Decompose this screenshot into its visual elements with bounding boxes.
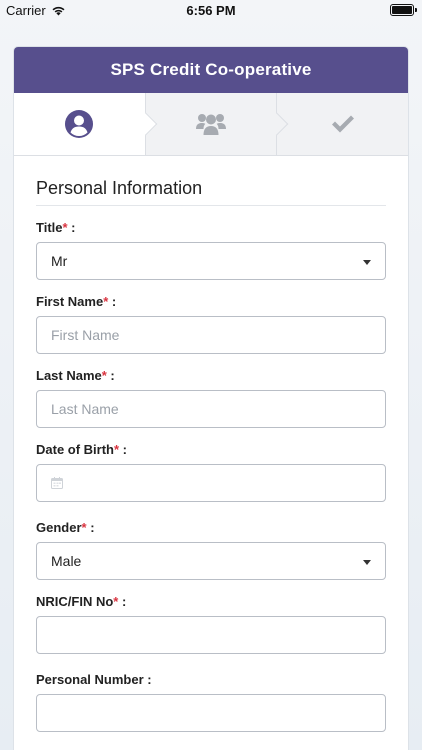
last-name-field: Last Name* : Last Name — [36, 368, 386, 428]
first-name-placeholder: First Name — [51, 327, 120, 343]
dob-field: Date of Birth* : — [36, 442, 386, 502]
calendar-icon — [51, 477, 63, 489]
personal-number-field: Personal Number : — [36, 672, 386, 732]
first-name-field: First Name* : First Name — [36, 294, 386, 354]
dob-input[interactable] — [36, 464, 386, 502]
first-name-label: First Name* : — [36, 294, 117, 309]
step-family[interactable] — [146, 93, 289, 155]
title-value: Mr — [51, 253, 68, 269]
caret-down-icon — [363, 260, 371, 265]
step-personal[interactable] — [14, 93, 157, 155]
required-marker: * — [114, 442, 120, 457]
dob-label: Date of Birth* : — [36, 442, 128, 457]
card-header: SPS Credit Co-operative — [14, 47, 408, 93]
last-name-label: Last Name* : — [36, 368, 115, 383]
last-name-input[interactable]: Last Name — [36, 390, 386, 428]
required-marker: * — [113, 594, 119, 609]
title-select[interactable]: Mr — [36, 242, 386, 280]
gender-value: Male — [51, 553, 82, 569]
step-indicator — [14, 93, 408, 156]
personal-number-input[interactable] — [36, 694, 386, 732]
nric-input[interactable] — [36, 616, 386, 654]
required-marker: * — [62, 220, 68, 235]
gender-select[interactable]: Male — [36, 542, 386, 580]
first-name-input[interactable]: First Name — [36, 316, 386, 354]
users-icon — [196, 114, 226, 135]
step-confirm[interactable] — [277, 93, 408, 155]
clock: 6:56 PM — [186, 3, 236, 18]
nric-label: NRIC/FIN No* : — [36, 594, 127, 609]
title-label: Title* : — [36, 220, 76, 235]
section-title: Personal Information — [36, 178, 386, 206]
app-title: SPS Credit Co-operative — [110, 60, 312, 79]
required-marker: * — [81, 520, 87, 535]
required-marker: * — [101, 368, 107, 383]
last-name-placeholder: Last Name — [51, 401, 119, 417]
gender-field: Gender* : Male — [36, 520, 386, 580]
personal-number-label: Personal Number : — [36, 672, 152, 687]
battery-icon — [390, 4, 417, 16]
nric-field: NRIC/FIN No* : — [36, 594, 386, 654]
check-icon — [331, 115, 354, 133]
required-marker: * — [103, 294, 109, 309]
gender-label: Gender* : — [36, 520, 95, 535]
personal-info-form: Personal Information Title* : Mr First N… — [14, 156, 408, 732]
title-field: Title* : Mr — [36, 220, 386, 280]
caret-down-icon — [363, 560, 371, 565]
status-bar: Carrier 6:56 PM — [0, 0, 422, 22]
registration-card: SPS Credit Co-operative Personal Informa… — [14, 47, 408, 750]
user-icon — [65, 110, 94, 138]
